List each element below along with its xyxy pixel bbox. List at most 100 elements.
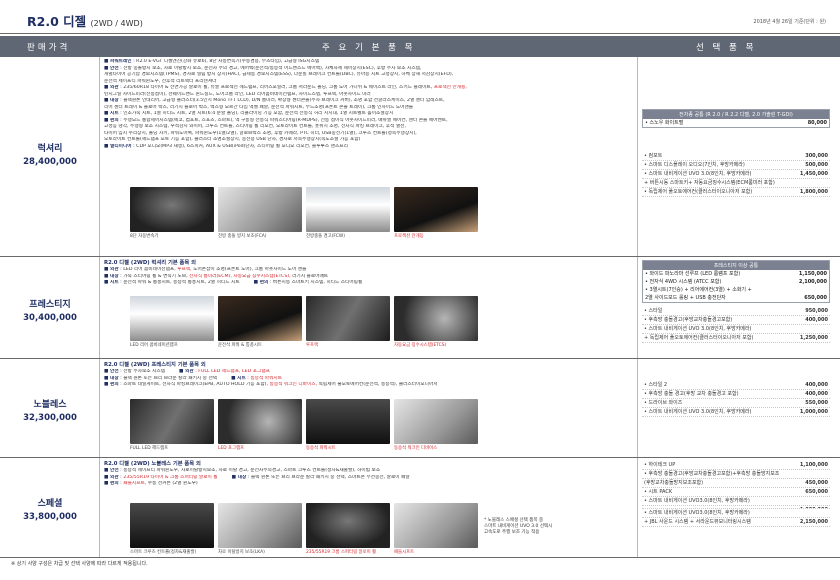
feature-category: ■ 파워트레인 — [104, 59, 132, 64]
feature-caption: 운전석 파워 & 통풍시트 — [218, 343, 262, 348]
common-option-box: 프레스티지 이상 공통 • 와이드 파노라마 선루프 (LED 룸램프 포함) 1,… — [642, 260, 830, 303]
feature-caption: 동승석 파워시트 — [306, 446, 336, 451]
feature-caption: 235/55R19 크롬 스퍼터링 알로이 휠 — [306, 550, 377, 555]
feature-photo — [218, 187, 302, 232]
feature-photo — [306, 399, 390, 444]
feature-line: ■ 멀티미디어 : CDP 오디오(MP3 재생), 6스피커, AUX & U… — [104, 144, 630, 151]
option-item: • 스노우 화이트펄 80,000 — [643, 119, 829, 127]
option-name: + JBL 사운드 시스템 + 서라운드뷰모니터링시스템 — [644, 519, 751, 525]
feature-text: : 운전석 파워 & 통풍시트, 동승석 통풍시트, 2열 히티드 시트 — [118, 280, 240, 285]
feature-photo — [394, 503, 478, 548]
feature-category: ■ 외관 — [104, 267, 119, 272]
feature-caption: 전방 충돌 방지 보조(FCA) — [218, 234, 267, 239]
option-name: • 드라이브 와이즈 — [644, 400, 683, 406]
page-title: R2.0 디젤 (2WD / 4WD) — [27, 14, 143, 29]
table-header: 판매가격 주 요 기 본 품 목 선 택 품 목 — [0, 36, 840, 57]
feature-thumbnail: 스마트 크루즈 컨트롤(정차&재출발) — [130, 503, 214, 555]
option-item: • 컴포트 300,000 — [642, 152, 830, 161]
option-name: • 후측방 충돌경고(후방교차충돌경고포함)+후측방 충돌방지보조 — [644, 471, 780, 477]
col-price: 판매가격 — [27, 43, 71, 53]
feature-photo — [306, 503, 390, 548]
feature-category: ■ 편의 — [253, 280, 269, 285]
option-name: • 스마트 내비게이션 UVO 3.0(8인치, 후방카메라) — [644, 409, 752, 415]
option-item: • 시트 PACK 650,000 — [642, 488, 830, 497]
col-option: 선 택 품 목 — [696, 43, 757, 53]
basic-features: R2.0 디젤 (2WD) 럭셔리 기본 품목 외 ■ 외관 : LED 리어 콤… — [104, 259, 630, 287]
note-line: 고속도로 주행 보조 기능 적용 — [484, 530, 540, 535]
feature-line: ■ 시트 : 운전석 파워 & 통풍시트, 동승석 통풍시트, 2열 히티드 시… — [104, 280, 630, 287]
option-item: • 스타일 2 400,000 — [642, 381, 830, 390]
feature-category: ■ 시트 — [104, 111, 119, 116]
feature-new: 루프랙, — [177, 267, 192, 272]
feature-text: 턴시그널 사이드미러(전동접이), 선쉐이드밴드 윈드실드, 도어크롬 라인, … — [104, 91, 371, 97]
feature-category: ■ 안전 — [104, 65, 119, 71]
feature-caption: 패들시프트 — [394, 550, 415, 555]
option-price: 400,000 — [805, 382, 828, 388]
features-headline: R2.0 디젤 (2WD) 럭셔리 기본 품목 외 — [104, 260, 197, 266]
trim-cell: 프레스티지 30,400,000 — [0, 257, 100, 358]
trim-label: 럭셔리 28,400,000 — [0, 141, 100, 167]
option-price: 80,000 — [807, 120, 827, 126]
feature-new: 패들시프트, — [123, 481, 147, 486]
option-price: 950,000 — [805, 308, 828, 314]
option-item: • 스마트 내비게이션 UVO 3.0(8인치, 후방카메라) 1,450,000 — [642, 170, 830, 179]
option-name: • 스마트 디스플레이 오디오(7인치, 후방카메라) — [644, 162, 745, 168]
feature-new: 235/55R19 타이어 & 크롬 스퍼터링 알로이 휠 — [123, 474, 218, 480]
column-divider — [637, 257, 638, 358]
feature-caption: 루프랙 — [306, 343, 319, 348]
option-name: + 버튼시동 스마트키+ 자동요금징수시스템(ECM룸미러 포함) — [644, 180, 775, 186]
feature-text: : 동승석 세이프티 파워윈도우, 차로이탈방지보조, 차로 이탈 경고, 운전… — [118, 468, 381, 473]
trim-name: 노블레스 — [33, 400, 67, 410]
feature-category: ■ 안전 — [104, 369, 119, 374]
trim-label: 스페셜 33,800,000 — [0, 496, 100, 522]
option-item: • 스마트 내비게이션 UVO 3.0(8인치, 후방카메라) — [642, 325, 830, 334]
basic-features: ■ 파워트레인 : R2.0 E-VGT 디젤엔진(강화 유로6), 8단 자동… — [104, 59, 630, 150]
feature-photo — [394, 399, 478, 444]
feature-text: : 가죽 스티어링 휠 & 변속기 노브, — [118, 273, 190, 279]
feature-text: : 235/60R18 타이어 & 전면가공 알로이 휠, 듀얼 프로젝션 헤드… — [118, 85, 434, 90]
option-price: 650,000 — [805, 489, 828, 495]
feature-caption: LED 포그램프 — [218, 446, 245, 451]
feature-thumbnail: 운전석 파워 & 통풍시트 — [218, 296, 302, 348]
option-price: 300,000 — [805, 153, 828, 159]
trim-row: 럭셔리 28,400,000 ■ 파워트레인 : R2.0 E-VGT 디젤엔진(강… — [0, 57, 840, 257]
option-item: • 하이테크 UP 1,100,000 — [642, 461, 830, 470]
option-price: 1,800,000 — [799, 189, 828, 195]
feature-thumbnail: LED 포그램프 — [218, 399, 302, 451]
feature-photo — [218, 503, 302, 548]
trim-cell: 스페셜 33,800,000 — [0, 458, 100, 557]
feature-photo — [394, 296, 478, 341]
feature-category: ■ 멀티미디어 — [104, 143, 132, 149]
trim-price: 28,400,000 — [23, 157, 77, 167]
option-name: • 스타일 2 — [644, 382, 668, 388]
feature-caption: 전방충돌 경고(FCW) — [306, 234, 345, 239]
option-price: 1,000,000 — [799, 409, 828, 415]
feature-text: 리어 센터 트레이 & 플로어 박스, 러기지 플로어 박스, 백스형 오르간 … — [104, 104, 414, 110]
option-name: • 스마트 내비게이션 UVO 3.0(8인치, 후방카메라) — [644, 326, 752, 332]
feature-caption: 프로젝션 안개등 — [394, 234, 424, 239]
option-item: • 스마트 디스플레이 오디오(7인치, 후방카메라) 500,000 — [642, 161, 830, 170]
option-price: 400,000 — [805, 391, 828, 397]
trim-price: 32,300,000 — [23, 413, 77, 423]
basic-features: R2.0 디젤 (2WD) 노블레스 기본 품목 외 ■ 안전 : 동승석 세이프… — [104, 460, 630, 488]
feature-text: 도어손잡이 조명(프론트 도어), 크롬 아웃사이드 도어 핸들 — [191, 267, 307, 272]
trim-price: 33,800,000 — [23, 512, 77, 522]
option-item: (후방교차충돌방지보조포함) 450,000 — [642, 479, 830, 488]
option-list: • 컴포트 300,000 • 스마트 디스플레이 오디오(7인치, 후방카메라) 5… — [642, 152, 830, 197]
option-note: * 노블레스 스페셜 선택 품목 중 스마트 내비게이션 UVO 3.0 선택시 고… — [484, 518, 552, 536]
option-item: • 드라이브 와이즈 550,000 — [642, 399, 830, 408]
feature-text: : 스마트 테일게이트, 전자식 파킹브레이크(EPB, AUTO HOLD 기… — [118, 382, 270, 387]
column-divider — [637, 359, 638, 457]
option-price: 2,150,000 — [799, 519, 828, 525]
feature-thumbnail: 동승석 파워시트 — [306, 399, 390, 451]
option-name: • 스마트 내비게이션 UVO3.0(8인치, 후방카메라) — [644, 510, 750, 516]
feature-thumbnail: LED 리어 콤비네이션램프 — [130, 296, 214, 348]
features-headline: R2.0 디젤 (2WD) 노블레스 기본 품목 외 — [104, 461, 201, 467]
feature-photo — [218, 296, 302, 341]
trim-price: 30,400,000 — [23, 313, 77, 323]
common-option-title: 프레스티지 이상 공통 — [643, 261, 829, 270]
feature-text: : CDP 오디오(MP3 재생), 6스피커, AUX & USB(iPod)… — [131, 143, 348, 149]
option-name: 2열 사이드모드 롤링 + USB 충전단자 — [645, 295, 726, 301]
feature-text: : 주행모드 통합제어시스템(에코, 컴포트, 스포츠, 스마트), 액 구동형… — [118, 117, 448, 123]
feature-category: ■ 외관 — [179, 369, 194, 374]
